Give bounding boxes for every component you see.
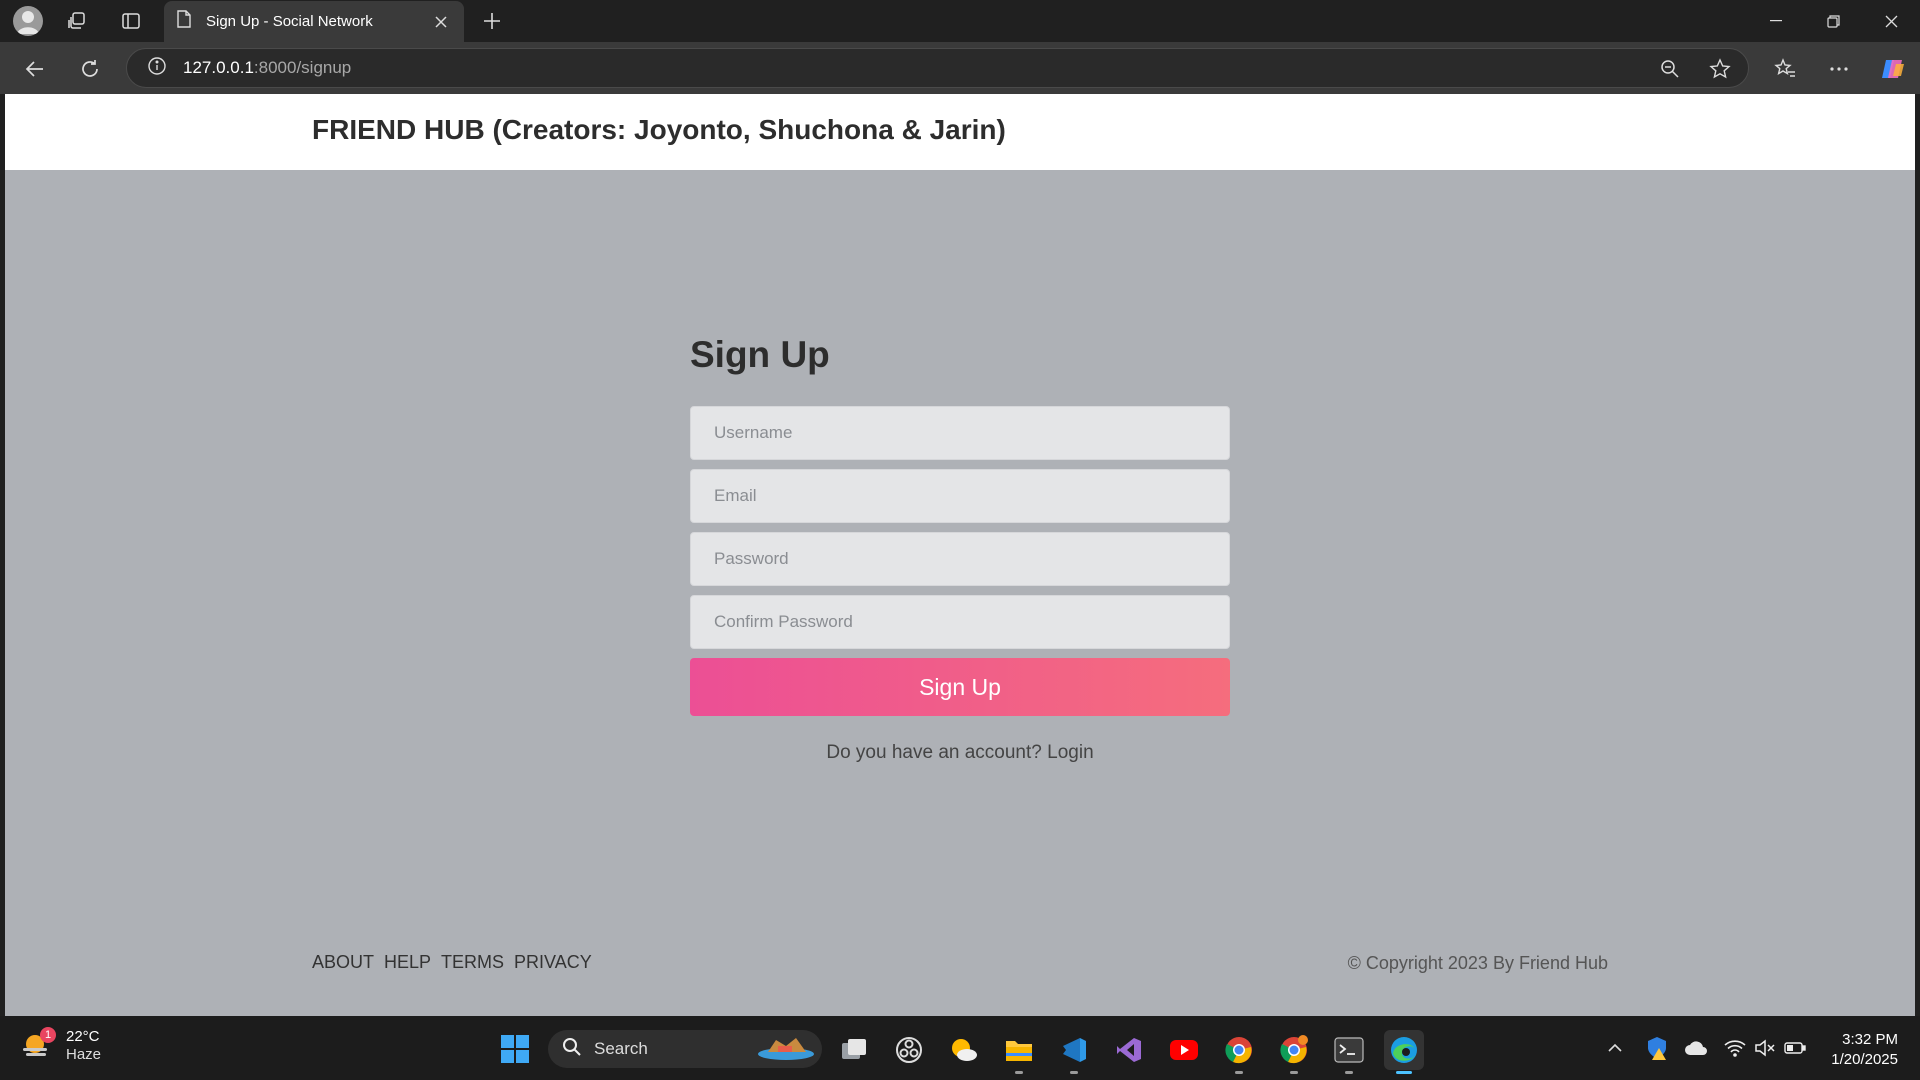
running-indicator <box>1345 1071 1353 1074</box>
taskbar-search-box[interactable]: Search <box>548 1030 822 1068</box>
clock-date: 1/20/2025 <box>1831 1051 1898 1068</box>
taskbar: 1 22°C Haze Search 3:32 PM 1/20/2025 <box>0 1016 1920 1080</box>
edge-browser-icon[interactable] <box>1384 1030 1424 1074</box>
copilot-icon[interactable] <box>1878 54 1908 84</box>
profile-avatar-icon[interactable] <box>13 6 43 36</box>
more-options-icon[interactable] <box>1824 54 1854 84</box>
task-view-icon[interactable] <box>834 1030 874 1070</box>
reload-icon[interactable] <box>75 54 105 84</box>
weather-widget[interactable]: 1 22°C Haze <box>20 1027 102 1064</box>
volume-muted-icon[interactable] <box>1752 1034 1778 1062</box>
onedrive-cloud-icon[interactable] <box>1683 1034 1709 1062</box>
windows-start-icon[interactable] <box>500 1034 530 1064</box>
running-indicator <box>1235 1071 1243 1074</box>
signup-button[interactable]: Sign Up <box>690 658 1230 716</box>
footer-link-terms[interactable]: TERMS <box>441 952 504 973</box>
tab-signup[interactable]: Sign Up - Social Network <box>164 1 464 42</box>
zoom-icon[interactable] <box>1657 56 1683 82</box>
chrome-icon[interactable] <box>1274 1030 1314 1074</box>
confirm-password-field[interactable] <box>690 595 1230 649</box>
wifi-icon[interactable] <box>1722 1034 1748 1062</box>
running-indicator <box>1396 1071 1412 1074</box>
show-hidden-icons-chevron-up-icon[interactable] <box>1602 1034 1628 1062</box>
back-arrow-icon[interactable] <box>20 54 50 84</box>
restore-icon[interactable] <box>1810 6 1856 36</box>
security-shield-icon[interactable] <box>1644 1034 1670 1062</box>
search-icon <box>562 1037 582 1062</box>
footer-link-about[interactable]: ABOUT <box>312 952 374 973</box>
url-host: 127.0.0.1 <box>183 58 254 77</box>
login-link[interactable]: Login <box>1047 742 1094 763</box>
running-indicator <box>1290 1071 1298 1074</box>
favorite-star-icon[interactable] <box>1707 56 1733 82</box>
site-info-icon[interactable] <box>147 56 167 81</box>
running-indicator <box>1070 1071 1078 1074</box>
email-field[interactable] <box>690 469 1230 523</box>
tab-actions-icon[interactable] <box>117 7 145 35</box>
url-path: :8000/signup <box>253 58 352 77</box>
visual-studio-icon[interactable] <box>1109 1030 1149 1070</box>
copyright-text: © Copyright 2023 By Friend Hub <box>1347 953 1608 973</box>
new-tab-icon[interactable] <box>478 7 506 35</box>
footer-link-help[interactable]: HELP <box>384 952 431 973</box>
obs-studio-icon[interactable] <box>889 1030 929 1070</box>
site-footer: ABOUT HELP TERMS PRIVACY © Copyright 202… <box>5 952 1915 982</box>
signup-form: Sign Up Sign Up Do you have an account? … <box>690 334 1230 764</box>
tab-title: Sign Up - Social Network <box>206 13 373 30</box>
minimize-icon[interactable] <box>1753 6 1799 36</box>
login-prompt-text: Do you have an account? <box>826 742 1042 763</box>
running-indicator <box>1015 1071 1023 1074</box>
vscode-icon[interactable] <box>1054 1030 1094 1074</box>
site-header: FRIEND HUB (Creators: Joyonto, Shuchona … <box>5 94 1915 170</box>
clock-time: 3:32 PM <box>1842 1031 1898 1048</box>
form-heading: Sign Up <box>690 334 830 375</box>
search-label: Search <box>594 1039 648 1058</box>
weather-haze-icon: 1 <box>20 1027 56 1063</box>
address-bar-row: 127.0.0.1:8000/signup <box>0 42 1920 94</box>
page-icon <box>176 10 192 33</box>
weather-badge: 1 <box>40 1027 56 1043</box>
close-window-icon[interactable] <box>1868 6 1914 36</box>
footer-links: ABOUT HELP TERMS PRIVACY <box>312 952 592 973</box>
favorites-list-icon[interactable] <box>1770 54 1800 84</box>
browser-tab-bar: Sign Up - Social Network <box>0 0 1920 42</box>
username-field[interactable] <box>690 406 1230 460</box>
page-viewport: FRIEND HUB (Creators: Joyonto, Shuchona … <box>5 94 1915 1016</box>
system-clock[interactable]: 3:32 PM 1/20/2025 <box>1831 1030 1898 1070</box>
url-input[interactable]: 127.0.0.1:8000/signup <box>126 48 1749 88</box>
chrome-profile-icon[interactable] <box>1219 1030 1259 1074</box>
weather-condition: Haze <box>66 1046 102 1063</box>
close-tab-icon[interactable] <box>430 11 452 33</box>
youtube-icon[interactable] <box>1164 1030 1204 1070</box>
weather-temperature: 22°C <box>66 1028 100 1045</box>
footer-link-privacy[interactable]: PRIVACY <box>514 952 592 973</box>
site-title[interactable]: FRIEND HUB (Creators: Joyonto, Shuchona … <box>312 114 1006 146</box>
login-prompt-line: Do you have an account? Login <box>690 742 1230 764</box>
password-field[interactable] <box>690 532 1230 586</box>
battery-icon[interactable] <box>1782 1034 1808 1062</box>
terminal-icon[interactable] <box>1329 1030 1369 1074</box>
search-highlight-icon <box>756 1032 816 1067</box>
workspaces-icon[interactable] <box>63 7 91 35</box>
file-explorer-icon[interactable] <box>999 1030 1039 1074</box>
weather-app-icon[interactable] <box>944 1030 984 1070</box>
